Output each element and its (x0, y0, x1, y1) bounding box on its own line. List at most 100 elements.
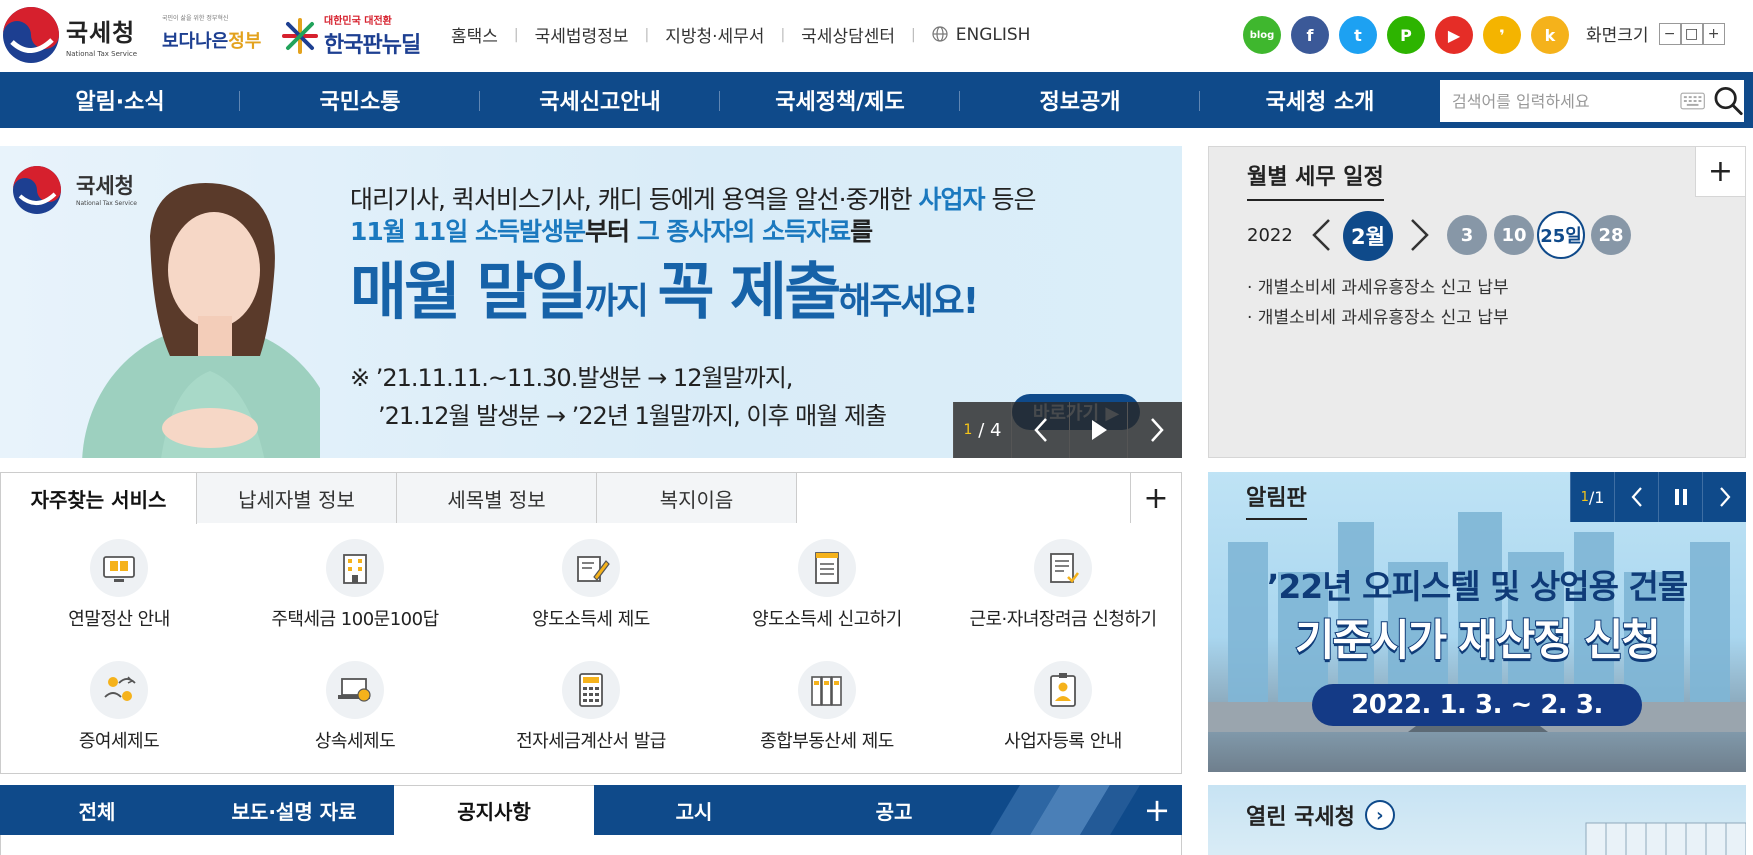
tab-taxpayer-info[interactable]: 납세자별 정보 (197, 473, 397, 523)
tab-notices[interactable]: 공지사항 (394, 785, 594, 835)
main-nav-about-nts[interactable]: 국세청 소개 (1200, 72, 1440, 128)
hero-logo-title: 국세청 (76, 174, 134, 198)
tab-announcements[interactable]: 고시 (594, 785, 794, 835)
main-nav-tax-filing-guide[interactable]: 국세신고안내 (480, 72, 720, 128)
service-item-label: 종합부동산세 제도 (760, 731, 894, 752)
schedule-day[interactable]: 3 (1447, 215, 1487, 255)
board-slide-current: 1 (1580, 489, 1589, 505)
schedule-day-selected[interactable]: 25일 (1537, 211, 1585, 259)
board-next-button[interactable] (1702, 472, 1746, 522)
schedule-event[interactable]: · 개별소비세 과세유흥장소 신고 납부 (1247, 273, 1509, 298)
hero-prev-button[interactable] (1011, 402, 1069, 458)
kakao-story-icon[interactable]: ❜ (1483, 16, 1521, 54)
youtube-icon[interactable]: ▶ (1435, 16, 1473, 54)
service-icon-wrap (562, 539, 620, 597)
hero-next-button[interactable] (1127, 402, 1182, 458)
service-item[interactable]: 전자세금계산서 발급 (473, 661, 709, 753)
service-item[interactable]: 양도소득세 신고하기 (709, 539, 945, 631)
office-building-illustration (1585, 822, 1746, 855)
open-nts-panel[interactable]: 열린 국세청 › (1208, 785, 1746, 855)
gov-badge-title-b: 정부 (228, 31, 262, 52)
nts-logo[interactable]: 국세청 National Tax Service (0, 4, 137, 66)
kakao-channel-icon[interactable]: k (1531, 16, 1569, 54)
font-size-label: 화면크기 (1586, 26, 1649, 46)
schedule-more-button[interactable]: + (1695, 147, 1745, 197)
font-size-decrease-button[interactable]: − (1658, 22, 1681, 45)
font-size-reset-button[interactable]: □ (1680, 22, 1703, 45)
blog-icon[interactable]: blog (1243, 16, 1281, 54)
better-government-badge[interactable]: 국민이 삶을 위한 정부혁신 보다나은정부 (160, 9, 270, 55)
hero-slider-controls: 1 / 4 (953, 402, 1182, 458)
twitter-icon[interactable]: t (1339, 16, 1377, 54)
service-icon-wrap (1034, 661, 1092, 719)
tab-all[interactable]: 전체 (0, 785, 194, 835)
search-input[interactable] (1452, 82, 1676, 120)
service-item-label: 증여세제도 (78, 731, 160, 752)
nav-tax-law-info[interactable]: 국세법령정보 (535, 22, 629, 47)
tab-press-releases[interactable]: 보도·설명 자료 (194, 785, 394, 835)
virtual-keyboard-icon[interactable] (1679, 92, 1705, 110)
service-icon-wrap (90, 539, 148, 597)
service-item[interactable]: 주택세금 100문100답 (237, 539, 473, 631)
hero-line-2-b: 를 (850, 217, 873, 246)
notice-board[interactable]: 알림판 1/1 ’22년 오피스텔 및 상업용 건물 기준시가 재산정 신청 2… (1208, 472, 1746, 772)
board-title: 알림판 (1246, 480, 1307, 520)
nav-regional-offices[interactable]: 지방청·세무서 (665, 22, 764, 47)
hero-banner[interactable]: 국세청 National Tax Service 대리기사, 퀵서비스기사, 캐… (0, 146, 1182, 458)
post-icon[interactable]: P (1387, 16, 1425, 54)
schedule-next-month-button[interactable] (1408, 217, 1436, 257)
schedule-title: 월별 세무 일정 (1247, 159, 1384, 201)
service-item[interactable]: 양도소득세 제도 (473, 539, 709, 631)
main-nav-information-disclosure[interactable]: 정보공개 (960, 72, 1200, 128)
hero-headline-sm-1: 까지 (584, 281, 658, 322)
hero-line-2-highlight-1: 11월 11일 소득발생분 (350, 217, 586, 246)
board-headline-1: ’22년 오피스텔 및 상업용 건물 (1266, 567, 1688, 606)
service-item[interactable]: 종합부동산세 제도 (709, 661, 945, 753)
nav-separator: | (911, 26, 916, 43)
service-item-label: 근로·자녀장려금 신청하기 (969, 609, 1157, 630)
search-icon[interactable] (1713, 85, 1744, 117)
services-more-button[interactable]: + (1131, 473, 1181, 523)
nav-consulting-center[interactable]: 국세상담센터 (801, 22, 895, 47)
tab-public-notices[interactable]: 공고 (794, 785, 994, 835)
service-item[interactable]: 증여세제도 (1, 661, 237, 753)
service-item[interactable]: 연말정산 안내 (1, 539, 237, 631)
service-item-label: 연말정산 안내 (68, 609, 170, 630)
service-icon-wrap (326, 539, 384, 597)
schedule-event[interactable]: · 개별소비세 과세유흥장소 신고 납부 (1247, 303, 1509, 328)
nav-hometax[interactable]: 홈택스 (451, 22, 498, 47)
chevron-right-icon[interactable]: › (1364, 800, 1395, 830)
monthly-tax-schedule: 월별 세무 일정 + 2022 2월 3 10 25일 28 · 개별소비세 과… (1208, 146, 1746, 458)
service-icon-wrap (90, 661, 148, 719)
logo-title: 국세청 (66, 18, 136, 47)
search-box (1440, 80, 1744, 122)
font-size-increase-button[interactable]: + (1702, 22, 1725, 45)
board-pause-button[interactable] (1658, 472, 1702, 522)
hero-play-button[interactable] (1069, 402, 1127, 458)
hero-headline-b: 꼭 제출 (657, 255, 842, 328)
facebook-icon[interactable]: f (1291, 16, 1329, 54)
service-item[interactable]: 상속세제도 (237, 661, 473, 753)
news-more-button[interactable]: + (1132, 785, 1182, 835)
main-nav-tax-policy[interactable]: 국세정책/제도 (720, 72, 960, 128)
tab-frequent-services[interactable]: 자주찾는 서비스 (1, 473, 197, 524)
schedule-day[interactable]: 10 (1494, 215, 1534, 255)
chevron-left-icon (1631, 487, 1642, 507)
schedule-current-month: 2월 (1343, 211, 1393, 261)
people-exchange-icon (104, 676, 136, 701)
schedule-prev-month-button[interactable] (1309, 217, 1337, 257)
top-bar: 국세청 National Tax Service 국민이 삶을 위한 정부혁신 … (0, 0, 1753, 72)
service-item[interactable]: 사업자등록 안내 (945, 661, 1181, 753)
service-item[interactable]: 근로·자녀장려금 신청하기 (945, 539, 1181, 631)
chevron-right-icon (1719, 487, 1730, 507)
tab-welfare-link[interactable]: 복지이음 (597, 473, 797, 523)
service-item-label: 양도소득세 제도 (532, 609, 650, 630)
nav-english[interactable]: ENGLISH (932, 25, 1030, 45)
board-prev-button[interactable] (1614, 472, 1658, 522)
service-item-label: 상속세제도 (314, 731, 396, 752)
tab-tax-item-info[interactable]: 세목별 정보 (397, 473, 597, 523)
korean-new-deal-badge[interactable]: 대한민국 대전환 한국판뉴딜 (280, 12, 421, 59)
main-nav-communication[interactable]: 국민소통 (240, 72, 480, 128)
main-nav-news[interactable]: 알림·소식 (0, 72, 240, 128)
schedule-day[interactable]: 28 (1591, 215, 1631, 255)
